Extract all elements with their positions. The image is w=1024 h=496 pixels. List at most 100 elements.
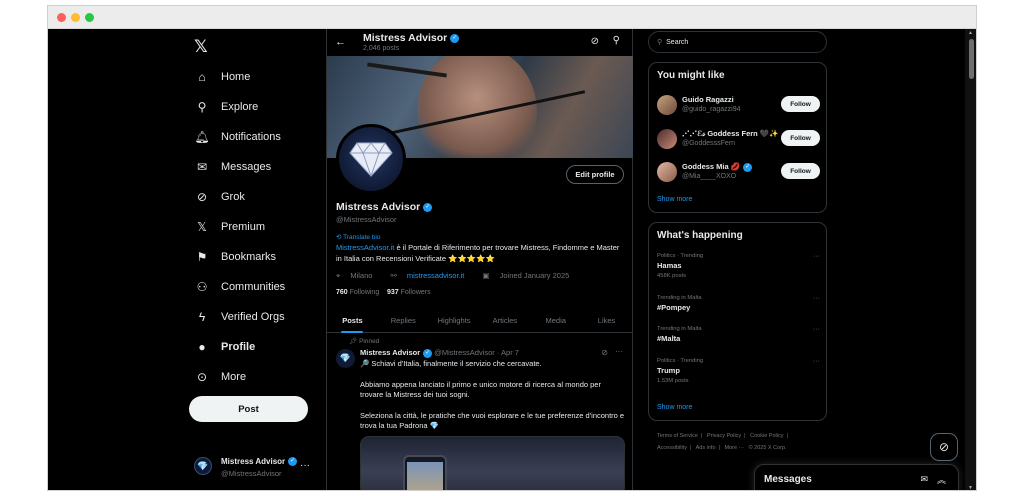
trend-item[interactable]: Trending in Malta #Pompey ··· <box>657 295 820 325</box>
location-pin-icon: ⌖ <box>336 271 343 280</box>
nav-item-profile[interactable]: ● Profile <box>194 335 255 359</box>
verified-badge-icon: ✓ <box>450 33 460 43</box>
tweet-author[interactable]: Mistress Advisor <box>360 348 420 357</box>
scroll-down-arrow-icon[interactable]: ▼ <box>968 485 973 490</box>
chevron-up-icon[interactable]: ︽ <box>937 473 946 486</box>
verified-badge-icon: ✓ <box>743 162 753 172</box>
nav-item-verified-orgs[interactable]: ϟ Verified Orgs <box>194 305 285 329</box>
communities-icon: ⚇ <box>196 280 208 294</box>
back-arrow-icon[interactable]: ← <box>335 36 346 48</box>
translate-bio-link[interactable]: ⟲ Translate bio <box>336 233 380 241</box>
nav-item-label: Grok <box>221 191 245 203</box>
avatar <box>657 129 677 149</box>
nav-item-label: Home <box>221 71 251 83</box>
card-title: You might like <box>657 70 725 81</box>
more-dots-icon[interactable]: ··· <box>615 347 623 356</box>
nav-item-grok[interactable]: ⊘ Grok <box>194 185 245 209</box>
more-dots-icon[interactable]: ··· <box>813 253 820 260</box>
nav-item-notifications[interactable]: 🔔︎ Notifications <box>194 125 281 149</box>
browser-window: 𝕏 ⌂ Home ⚲ Explore 🔔︎ Notifications ✉ Me… <box>47 5 977 491</box>
grok-icon[interactable]: ⊘ <box>601 348 608 357</box>
tweet-media[interactable] <box>360 436 625 490</box>
tab-posts[interactable]: Posts <box>327 309 378 333</box>
bell-icon: 🔔︎ <box>194 130 210 144</box>
more-dots-icon[interactable]: ··· <box>813 326 820 333</box>
trend-item[interactable]: Politics · Trending Hamas 458K posts ··· <box>657 253 820 283</box>
following-link[interactable]: 760 Following <box>336 289 379 296</box>
tab-highlights[interactable]: Highlights <box>429 309 480 332</box>
x-logo[interactable]: 𝕏 <box>194 37 208 57</box>
left-nav: 𝕏 ⌂ Home ⚲ Explore 🔔︎ Notifications ✉ Me… <box>188 29 326 490</box>
profile-header-bar: ← Mistress Advisor ✓ 2,046 posts ⊘ ⚲ <box>327 29 632 56</box>
suggestion-item[interactable]: ⋰⋰ℰ𝓈 Goddess Fern 🖤✨ @GoddesssFern Follo… <box>657 127 820 155</box>
tab-media[interactable]: Media <box>530 309 581 332</box>
avatar <box>657 162 677 182</box>
suggestion-item[interactable]: Guido Ragazzi @guido_ragazzi94 Follow <box>657 93 820 121</box>
new-message-icon[interactable]: ✉ <box>920 474 928 485</box>
suggestion-item[interactable]: Goddess Mia 💋 ✓ @Mia____XOXO Follow <box>657 160 820 188</box>
search-input[interactable]: ⚲ Search <box>648 31 827 53</box>
tab-likes[interactable]: Likes <box>581 309 632 332</box>
trend-item[interactable]: Trending in Malta #Malta ··· <box>657 326 820 356</box>
close-window-button[interactable] <box>57 13 66 22</box>
envelope-icon: ✉ <box>196 160 208 174</box>
more-dots-icon[interactable]: ··· <box>300 460 310 471</box>
nav-item-home[interactable]: ⌂ Home <box>194 65 250 89</box>
scroll-up-arrow-icon[interactable]: ▲ <box>968 30 973 36</box>
nav-item-label: Notifications <box>221 131 281 143</box>
edit-profile-button[interactable]: Edit profile <box>566 165 624 184</box>
nav-item-label: Verified Orgs <box>221 311 285 323</box>
profile-bio: MistressAdvisor.it è il Portale di Rifer… <box>336 243 620 263</box>
nav-item-messages[interactable]: ✉ Messages <box>194 155 271 179</box>
scrollbar-thumb[interactable] <box>969 39 974 79</box>
grok-floating-button[interactable]: ⊘ <box>930 433 958 461</box>
trend-item[interactable]: Politics · Trending Trump 1.53M posts ··… <box>657 358 820 388</box>
website[interactable]: ⚯ mistressadvisor.it <box>391 271 473 280</box>
search-icon: ⚲ <box>657 39 663 46</box>
grok-icon[interactable]: ⊘ <box>591 36 599 47</box>
follow-button[interactable]: Follow <box>781 163 820 179</box>
whats-happening-card: What's happening Politics · Trending Ham… <box>648 222 827 421</box>
account-switcher[interactable]: 💎 Mistress Advisor ✓ @MistressAdvisor ··· <box>194 454 324 484</box>
profile-avatar[interactable] <box>336 124 406 194</box>
nav-item-explore[interactable]: ⚲ Explore <box>194 95 259 119</box>
nav-item-premium[interactable]: 𝕏 Premium <box>194 215 265 239</box>
follow-button[interactable]: Follow <box>781 130 820 146</box>
profile-meta: ⌖ Milano ⚯ mistressadvisor.it ▣ Joined J… <box>336 271 585 281</box>
profile-name: Mistress Advisor ✓ <box>336 201 433 213</box>
profile-column: ← Mistress Advisor ✓ 2,046 posts ⊘ ⚲ Edit… <box>326 29 633 490</box>
footer-links: Terms of Service | Privacy Policy | Cookie… <box>657 433 788 451</box>
nav-item-label: Profile <box>221 341 256 353</box>
more-dots-icon[interactable]: ··· <box>813 295 820 302</box>
nav-item-more[interactable]: ⊙ More <box>194 365 246 389</box>
tab-replies[interactable]: Replies <box>378 309 429 332</box>
avatar[interactable]: 💎 <box>336 349 355 368</box>
nav-item-label: Messages <box>221 161 272 173</box>
show-more-link[interactable]: Show more <box>657 196 692 203</box>
post-button[interactable]: Post <box>189 396 308 422</box>
home-icon: ⌂ <box>198 70 206 84</box>
tweet-text: 🔎 Schiavi d'Italia, finalmente il serviz… <box>360 359 625 430</box>
account-name: Mistress Advisor ✓ <box>221 457 298 467</box>
nav-item-label: Bookmarks <box>221 251 277 263</box>
more-dots-icon[interactable]: ··· <box>813 358 820 365</box>
nav-item-label: Communities <box>221 281 286 293</box>
followers-link[interactable]: 937 Followers <box>387 289 431 296</box>
bio-link[interactable]: MistressAdvisor.it <box>336 243 394 252</box>
pin-icon: 📌︎ <box>349 338 360 345</box>
minimize-window-button[interactable] <box>71 13 80 22</box>
page-scrollbar[interactable]: ▲ ▼ <box>965 29 976 490</box>
tab-articles[interactable]: Articles <box>479 309 530 332</box>
search-icon[interactable]: ⚲ <box>613 35 620 46</box>
x-premium-icon: 𝕏 <box>197 220 207 234</box>
nav-item-communities[interactable]: ⚇ Communities <box>194 275 286 299</box>
verified-badge-icon: ✓ <box>423 348 433 358</box>
nav-item-bookmarks[interactable]: ⚑ Bookmarks <box>194 245 276 269</box>
maximize-window-button[interactable] <box>85 13 94 22</box>
card-title: What's happening <box>657 230 743 241</box>
show-more-link[interactable]: Show more <box>657 404 692 411</box>
messages-drawer[interactable]: Messages ✉ ︽ <box>754 464 959 490</box>
follow-button[interactable]: Follow <box>781 96 820 112</box>
person-icon: ● <box>198 340 206 354</box>
messages-drawer-title: Messages <box>764 474 812 485</box>
